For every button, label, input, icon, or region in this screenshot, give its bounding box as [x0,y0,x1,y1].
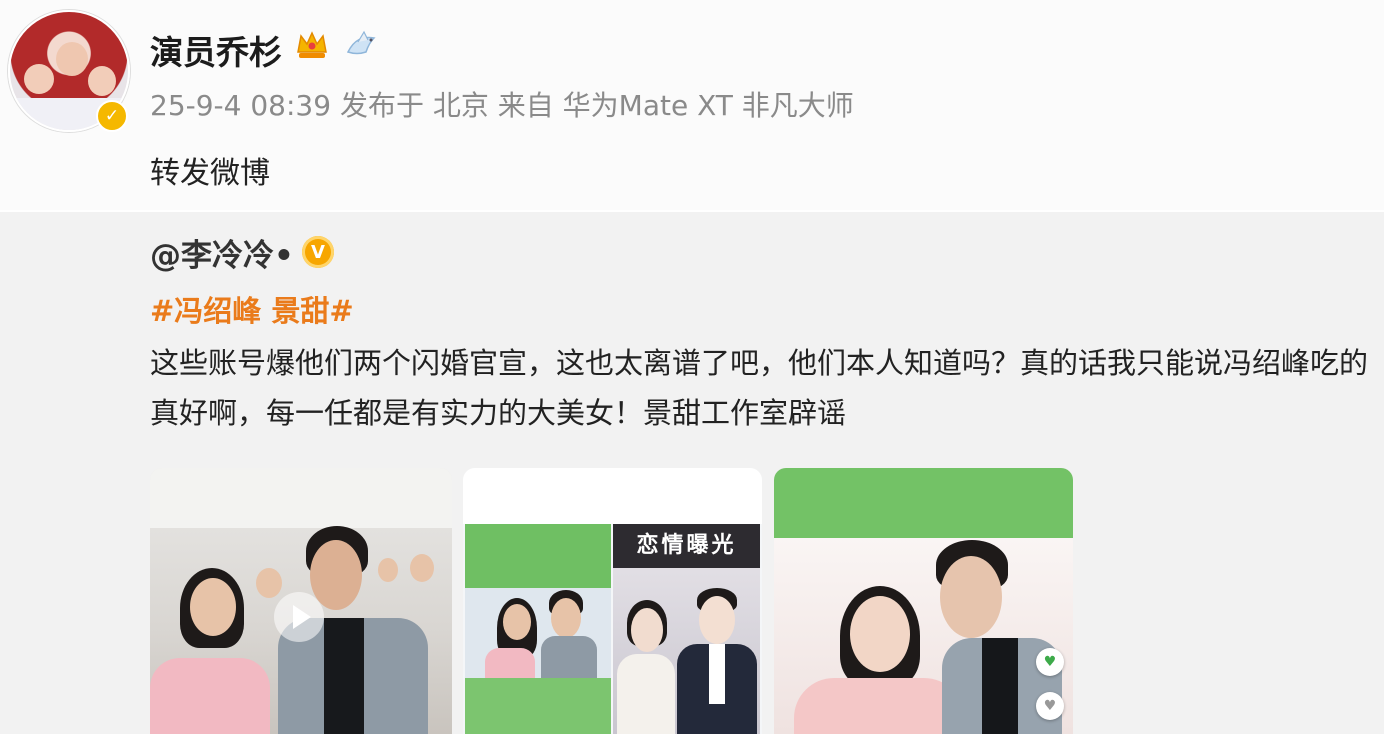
like-icon[interactable]: ♥ [1036,648,1064,676]
image-banner: 恋情曝光 [613,524,760,568]
post-image-video[interactable] [150,468,452,734]
hashtag-link[interactable]: #冯绍峰 景甜# [150,288,354,330]
bird-icon [346,30,376,55]
post-image-photo[interactable]: ♥ ♥ [774,468,1073,734]
post-body: 这些账号爆他们两个闪婚官宣，这也太离谱了吧，他们本人知道吗？真的话我只能说冯绍峰… [150,346,1369,430]
post-image-collage[interactable]: 恋情曝光 [463,468,762,734]
post-meta: 25-9-4 08:39 发布于 北京 来自 华为Mate XT 非凡大师 [150,89,854,122]
verified-icon: ✓ [96,100,128,132]
play-icon[interactable] [274,592,324,642]
verified-icon: V [302,236,334,268]
username[interactable]: 演员乔杉 [150,26,282,74]
quoted-author[interactable]: @李冷冷• [150,230,294,275]
share-icon[interactable]: ♥ [1036,692,1064,720]
repost-text: 转发微博 [150,156,270,191]
crown-icon [297,31,327,58]
